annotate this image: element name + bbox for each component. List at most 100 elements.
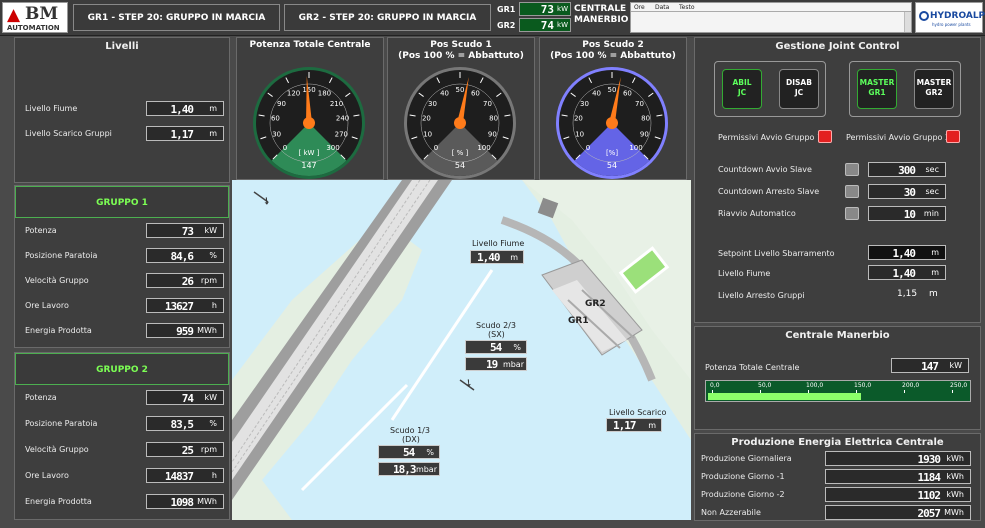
map-gr2-label[interactable]: GR2 <box>585 299 606 309</box>
livelli-title: Livelli <box>105 41 139 52</box>
map-scudo13-press-unit: mbar <box>415 465 437 474</box>
alarm-scrollbar[interactable] <box>904 12 911 32</box>
gauge-tick-label: 20 <box>422 115 431 123</box>
jc-timer-0-value: 300 <box>898 164 916 177</box>
map-fiume-value: 1,40 <box>477 251 500 264</box>
jc-fiume-value: 1,40 <box>892 267 916 280</box>
livello-fiume-label: Livello Fiume <box>25 104 78 113</box>
gauge-tick-label: 100 <box>477 144 490 152</box>
gruppo1-row-1-value: 84,6 <box>170 250 194 263</box>
logo-text: BM <box>25 4 59 24</box>
gruppo1-header[interactable]: GRUPPO 1 <box>15 186 229 218</box>
map-scudo23-press-value: 19 <box>486 358 498 371</box>
plant-name-line2: MANERBIO <box>574 15 629 25</box>
jc-timer-1-button[interactable] <box>845 185 859 198</box>
gr1-status-box[interactable]: GR1 - STEP 20: GRUPPO IN MARCIA <box>73 4 280 31</box>
gauge-tick-label: 180 <box>318 90 331 98</box>
disab-jc-button[interactable]: DISAB JC <box>779 69 819 109</box>
gauge-tick-label: 50 <box>456 86 465 94</box>
brand-subtitle: hydro power plants <box>932 22 971 27</box>
gruppo2-row-0-unit: kW <box>204 393 217 402</box>
gauge-unit: [ kW ] <box>299 149 320 157</box>
gauge-unit: [ % ] <box>452 149 469 157</box>
alarm-table[interactable]: Ore Data Testo <box>630 2 912 33</box>
jc-fiume-label: Livello Fiume <box>718 269 771 278</box>
bar-scale-tick <box>952 390 953 393</box>
permissivi-gr1-label: Permissivi Avvio Gruppo 1 <box>718 133 823 142</box>
gruppo1-row-2-unit: rpm <box>200 276 217 285</box>
joint-control-panel: Gestione Joint Control ABIL JC DISAB JC MA… <box>694 37 981 323</box>
map-scarico-display: 1,17 m <box>606 418 662 432</box>
bar-scale-tick <box>904 390 905 393</box>
brand-mark-icon <box>919 11 929 21</box>
map-scudo23-side: (SX) <box>488 330 505 339</box>
gr1-power-label: GR1 <box>497 5 516 14</box>
gauge-tick-label: 120 <box>287 90 300 98</box>
gruppo2-header[interactable]: GRUPPO 2 <box>15 353 229 385</box>
gr1-status-text: GR1 - STEP 20: GRUPPO IN MARCIA <box>87 13 266 23</box>
jc-timer-0-button[interactable] <box>845 163 859 176</box>
gauge-dial: 010 20 3040 50 6070 80 90 100 [ % ] 54 <box>404 67 516 179</box>
gruppo2-row-1-value: 83,5 <box>170 418 194 431</box>
gr1-power-unit: kW <box>557 5 568 13</box>
master-gr2-line2: GR2 <box>925 88 943 97</box>
prod-row-0-value: 1930 <box>917 453 941 466</box>
map-scudo23-pos-display: 54% <box>465 340 527 354</box>
gauge-value: 54 <box>455 161 465 170</box>
gauge-tick-label: 0 <box>283 144 287 152</box>
jc-timer-0-unit: sec <box>925 165 940 174</box>
produzione-panel: Produzione Energia Elettrica Centrale Pr… <box>694 433 981 521</box>
plant-map-drawing <box>232 180 691 520</box>
gauge-tick-label: 50 <box>608 86 617 94</box>
permissivi-gr2-label: Permissivi Avvio Gruppo 2 <box>846 133 951 142</box>
map-scudo13-pos-unit: % <box>426 448 434 457</box>
manerbio-bar-fill <box>708 393 861 400</box>
jc-timer-1-value: 30 <box>903 186 916 199</box>
prod-row-0-display: 1930 kWh <box>825 451 971 466</box>
jc-timer-0-label: Countdown Avvio Slave <box>718 165 812 174</box>
gruppo2-row-3-display: 14837 h <box>146 468 224 483</box>
gauge-tick-label: 10 <box>575 131 584 139</box>
master-gr2-line1: MASTER <box>916 78 952 87</box>
gruppo1-row-0-value: 73 <box>181 225 194 238</box>
plant-map: ➘ ➘ Livello Fiume 1,40 m Scudo 2/3 (SX) 5… <box>232 180 691 520</box>
gruppo2-row-4-unit: MWh <box>197 497 217 506</box>
map-scudo13-press-value: 18,3 <box>393 463 416 476</box>
livello-scarico-label: Livello Scarico Gruppi <box>25 129 112 138</box>
master-gr1-button[interactable]: MASTER GR1 <box>857 69 897 109</box>
gauge-tick-label: 150 <box>302 86 315 94</box>
gauge-tick-label: 60 <box>623 90 632 98</box>
gruppo1-panel: GRUPPO 1 Potenza 73 kW Posizione Paratoia 84… <box>14 185 230 348</box>
livello-fiume-unit: m <box>209 104 217 113</box>
manerbio-potenza-unit: kW <box>949 361 962 370</box>
alarm-col-testo: Testo <box>679 4 695 11</box>
jc-timer-2-button[interactable] <box>845 207 859 220</box>
map-fiume-label: Livello Fiume <box>472 239 525 248</box>
gruppo1-row-2-value: 26 <box>181 275 194 288</box>
manerbio-title: Centrale Manerbio <box>785 330 890 341</box>
gauge-tick-label: 90 <box>277 100 286 108</box>
gr2-status-box[interactable]: GR2 - STEP 20: GRUPPO IN MARCIA <box>284 4 491 31</box>
master-gr1-line1: MASTER <box>859 78 895 87</box>
abil-jc-button[interactable]: ABIL JC <box>722 69 762 109</box>
gauge-tick-label: 20 <box>574 115 583 123</box>
gauge-tick-label: 300 <box>326 144 339 152</box>
jc-timer-0-display: 300 sec <box>868 162 946 177</box>
gruppo2-row-1-label: Posizione Paratoia <box>25 419 98 428</box>
map-scudo23-label: Scudo 2/3 <box>476 321 516 330</box>
gauge-tick-label: 30 <box>428 100 437 108</box>
gauge-tick-label: 40 <box>440 90 449 98</box>
joint-title: Gestione Joint Control <box>775 41 900 52</box>
gruppo1-row-2-display: 26 rpm <box>146 273 224 288</box>
jc-timer-1-unit: sec <box>925 187 940 196</box>
gauge-tick-label: 70 <box>483 100 492 108</box>
master-gr2-button[interactable]: MASTER GR2 <box>914 69 954 109</box>
setpoint-input[interactable]: 1,40 m <box>868 245 946 260</box>
jc-fiume-display: 1,40 m <box>868 265 946 280</box>
prod-row-1-unit: kWh <box>946 472 964 481</box>
bar-scale-label: 50,0 <box>758 382 772 389</box>
jc-timer-2-value: 10 <box>903 208 916 221</box>
map-scudo13-pos-display: 54% <box>378 445 440 459</box>
map-gr1-label[interactable]: GR1 <box>568 316 589 326</box>
gauge-tick-label: 100 <box>629 144 642 152</box>
